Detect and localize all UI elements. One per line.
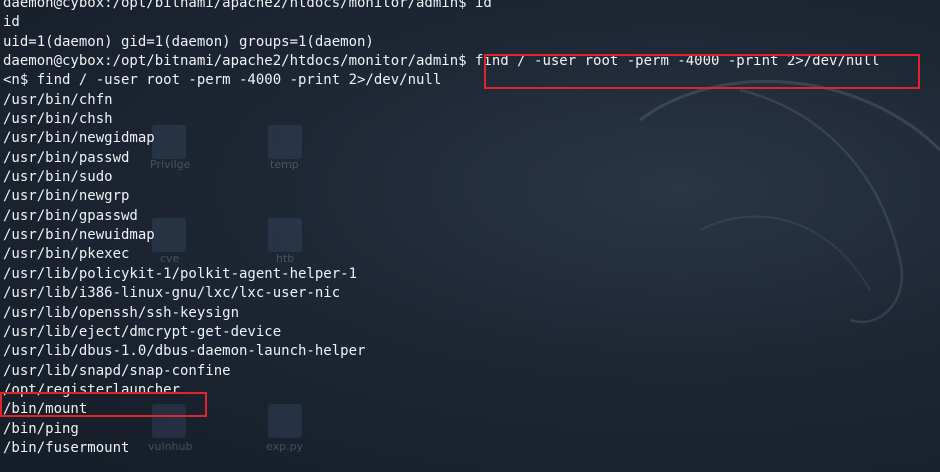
terminal-line: /usr/bin/passwd (3, 149, 130, 166)
terminal-line: /usr/bin/pkexec (3, 246, 130, 263)
terminal-line: /usr/bin/sudo (3, 169, 113, 186)
terminal-line: id (3, 14, 20, 31)
terminal-line: /usr/bin/newuidmap (3, 227, 155, 244)
terminal-line: uid=1(daemon) gid=1(daemon) groups=1(dae… (3, 33, 374, 50)
terminal-line: /usr/lib/snapd/snap-confine (3, 362, 231, 379)
terminal-line: /usr/bin/chsh (3, 111, 113, 128)
terminal-line: /usr/lib/i386-linux-gnu/lxc/lxc-user-nic (3, 285, 341, 302)
terminal-line: /usr/lib/openssh/ssh-keysign (3, 304, 240, 321)
highlight-box-registerlauncher (0, 392, 207, 417)
terminal-line: /usr/lib/dbus-1.0/dbus-daemon-launch-hel… (3, 343, 366, 360)
terminal-line: /usr/lib/eject/dmcrypt-get-device (3, 323, 282, 340)
terminal-line: /usr/bin/gpasswd (3, 207, 138, 224)
terminal-window[interactable]: Privilge temp cve htb vulnhub exp.py dae… (0, 0, 940, 472)
terminal-line: /usr/bin/newgrp (3, 188, 130, 205)
terminal-line: daemon@cybox:/opt/bitnami/apache2/htdocs… (3, 0, 492, 11)
highlight-box-find-command (484, 54, 920, 89)
terminal-line: /bin/fusermount (3, 439, 130, 456)
terminal-line: /usr/bin/chfn (3, 91, 113, 108)
terminal-line: /bin/ping (3, 420, 79, 437)
terminal-line: /usr/bin/newgidmap (3, 130, 155, 147)
terminal-line: /usr/lib/policykit-1/polkit-agent-helper… (3, 265, 358, 282)
